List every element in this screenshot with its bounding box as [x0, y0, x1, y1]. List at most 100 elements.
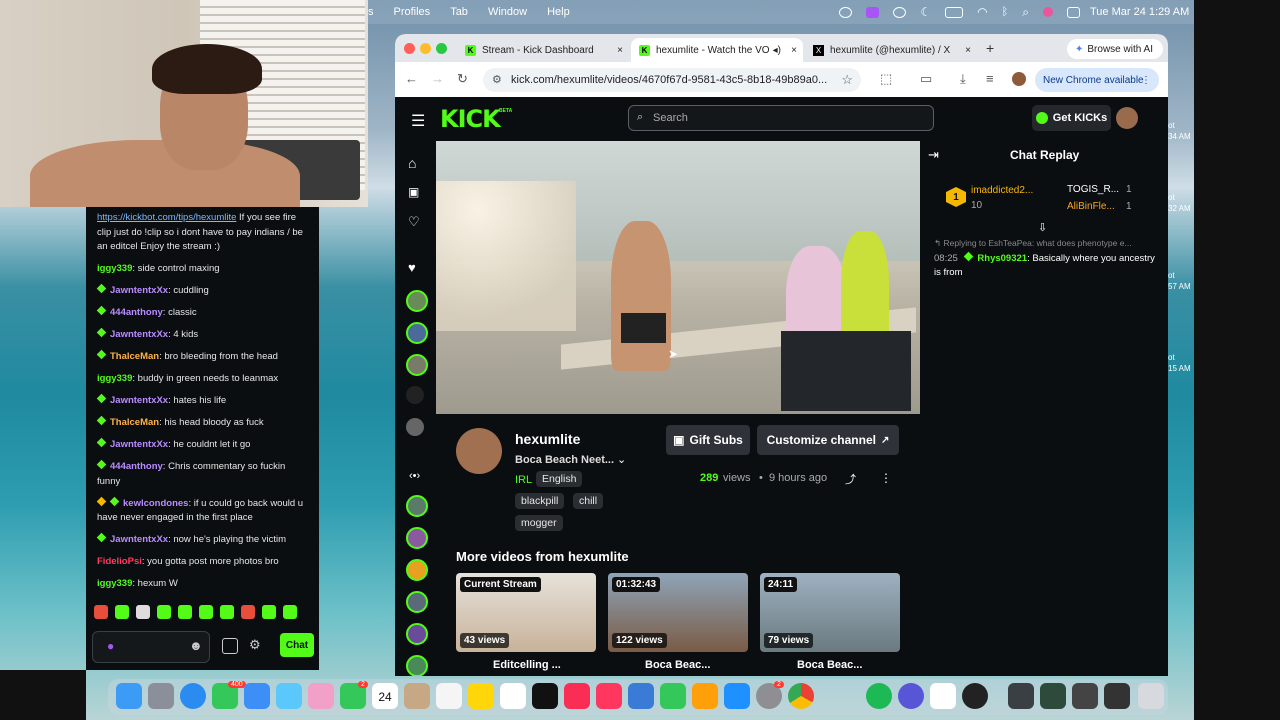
recent-window-thumbnail[interactable]: [1008, 683, 1034, 709]
customize-channel-button[interactable]: Customize channel ↗: [757, 425, 899, 455]
emoji-icon[interactable]: ☻: [189, 638, 203, 653]
recommended-channel-avatar[interactable]: [406, 655, 428, 676]
tag-pill[interactable]: mogger: [515, 515, 563, 531]
keynote-icon[interactable]: [628, 683, 654, 709]
photos-icon[interactable]: [308, 683, 334, 709]
followed-channel-avatar[interactable]: [406, 354, 428, 376]
more-options-icon[interactable]: ⋮: [880, 471, 892, 485]
numbers-icon[interactable]: [660, 683, 686, 709]
video-title[interactable]: Editcelling ...: [493, 659, 561, 671]
menu-item-help[interactable]: Help: [547, 6, 570, 18]
speaker-icon[interactable]: ◂): [773, 45, 781, 56]
reading-list-icon[interactable]: ≡: [986, 71, 994, 86]
emote-icon[interactable]: [241, 605, 255, 619]
control-center-icon[interactable]: [1067, 6, 1080, 18]
emote-icon[interactable]: [283, 605, 297, 619]
launchpad-icon[interactable]: [148, 683, 174, 709]
safari-icon[interactable]: [180, 683, 206, 709]
followed-channel-avatar[interactable]: [406, 418, 424, 436]
emote-icon[interactable]: [220, 605, 234, 619]
close-window-icon[interactable]: [404, 43, 415, 54]
pages-icon[interactable]: [692, 683, 718, 709]
kick-logo[interactable]: KICK: [440, 105, 501, 133]
new-tab-icon[interactable]: +: [986, 40, 994, 56]
video-thumbnail[interactable]: 24:11 79 views: [760, 573, 900, 652]
tag-pill[interactable]: chill: [573, 493, 604, 509]
chat-username[interactable]: FidelioPsi: [97, 556, 142, 567]
cast-icon[interactable]: ▭: [920, 71, 932, 87]
capcut-icon[interactable]: [930, 683, 956, 709]
emote-icon[interactable]: [199, 605, 213, 619]
address-bar[interactable]: ⚙ kick.com/hexumlite/videos/4670f67d-958…: [483, 68, 861, 92]
chat-username[interactable]: iggy339: [97, 373, 132, 384]
chat-username[interactable]: JawntentxXx: [110, 395, 168, 406]
emote-icon[interactable]: [157, 605, 171, 619]
recent-window-thumbnail[interactable]: [1104, 683, 1130, 709]
finder-icon[interactable]: [116, 683, 142, 709]
forward-arrow-icon[interactable]: →: [431, 71, 444, 86]
new-chrome-available-button[interactable]: New Chrome available ⋮: [1035, 68, 1159, 92]
record-icon[interactable]: [866, 6, 880, 18]
video-thumbnail[interactable]: 01:32:43 122 views: [608, 573, 748, 652]
wifi-icon[interactable]: ◠: [977, 5, 987, 19]
close-tab-icon[interactable]: ×: [617, 45, 623, 56]
home-icon[interactable]: ⌂: [408, 155, 416, 171]
desktop-file[interactable]: ot 32 AM: [1168, 192, 1191, 214]
channel-name[interactable]: hexumlite: [515, 431, 580, 447]
minimize-window-icon[interactable]: [420, 43, 431, 54]
bookmark-star-icon[interactable]: ☆: [841, 72, 853, 88]
chrome-icon[interactable]: [788, 683, 814, 709]
expand-leaderboard-icon[interactable]: ⇩: [1038, 221, 1047, 234]
profile-avatar[interactable]: [1012, 72, 1026, 86]
contacts-icon[interactable]: [404, 683, 430, 709]
reload-icon[interactable]: ↻: [457, 71, 468, 87]
emote-icon[interactable]: [115, 605, 129, 619]
emote-icon[interactable]: [136, 605, 150, 619]
recommended-channel-avatar[interactable]: [406, 591, 428, 613]
zoom-window-icon[interactable]: [436, 43, 447, 54]
share-icon[interactable]: ⤴: [845, 471, 856, 487]
news-icon[interactable]: [596, 683, 622, 709]
emote-icon[interactable]: [178, 605, 192, 619]
recommended-channel-avatar[interactable]: [406, 559, 428, 581]
more-menu-icon[interactable]: ⋮: [1141, 75, 1151, 86]
menubar-clock[interactable]: Tue Mar 24 1:29 AM: [1090, 6, 1189, 18]
desktop-file[interactable]: ot 15 AM: [1168, 352, 1191, 374]
language-tag[interactable]: English: [536, 471, 583, 487]
site-info-icon[interactable]: ⚙: [492, 73, 502, 86]
video-title[interactable]: Boca Beac...: [645, 659, 710, 671]
top-gifter-name[interactable]: imaddicted2...: [971, 185, 1033, 196]
chevron-down-icon[interactable]: ⌄: [617, 453, 626, 466]
music-icon[interactable]: [564, 683, 590, 709]
menu-item-window[interactable]: Window: [488, 6, 527, 18]
emote-icon[interactable]: [94, 605, 108, 619]
browse-icon[interactable]: ▣: [408, 185, 419, 199]
chat-message-input[interactable]: ● ☻: [92, 631, 210, 663]
video-title[interactable]: Boca Beac...: [797, 659, 862, 671]
search-input[interactable]: ⌕ Search: [628, 105, 934, 131]
video-player[interactable]: ➤: [436, 141, 920, 414]
tag-pill[interactable]: blackpill: [515, 493, 565, 509]
menu-item-profiles[interactable]: Profiles: [394, 6, 431, 18]
gift-subs-button[interactable]: ▣ Gift Subs: [666, 425, 750, 455]
chat-username[interactable]: 444anthony: [110, 307, 163, 318]
discord-icon[interactable]: [898, 683, 924, 709]
tab-hexumlite-x[interactable]: X hexumlite (@hexumlite) / X ×: [805, 38, 977, 62]
mail-icon[interactable]: [244, 683, 270, 709]
apple-tv-icon[interactable]: [532, 683, 558, 709]
followed-channel-avatar[interactable]: [406, 322, 428, 344]
expand-rail-icon[interactable]: ‹•›: [409, 470, 420, 482]
video-thumbnail[interactable]: Current Stream 43 views: [456, 573, 596, 652]
play-icon[interactable]: [893, 6, 907, 18]
recommended-channel-avatar[interactable]: [406, 527, 428, 549]
stage-icon[interactable]: [839, 6, 853, 18]
download-icon[interactable]: ⤓: [960, 71, 966, 87]
battery-icon[interactable]: [945, 6, 964, 18]
send-chat-button[interactable]: Chat: [280, 633, 314, 657]
category-link[interactable]: IRL: [515, 474, 532, 486]
top-gifter-name[interactable]: AliBinFle...: [1067, 201, 1115, 212]
reminders-icon[interactable]: [436, 683, 462, 709]
chat-username[interactable]: JawntentxXx: [110, 329, 168, 340]
chat-username[interactable]: kewlcondones: [123, 498, 188, 509]
collapse-chat-icon[interactable]: ⇥: [928, 147, 939, 163]
